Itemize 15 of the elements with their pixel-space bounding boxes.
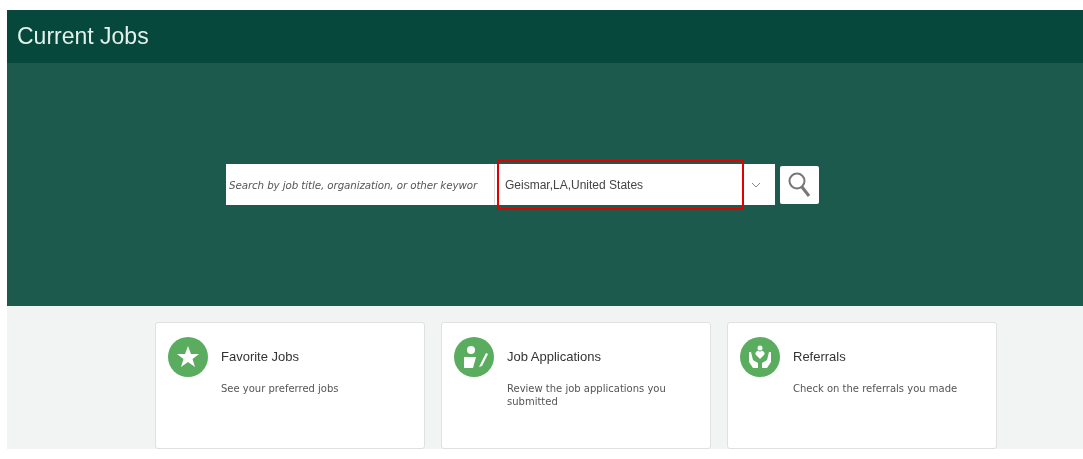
card-title: Referrals [793, 349, 847, 364]
person-pencil-icon [454, 337, 494, 377]
card-description: See your preferred jobs [221, 382, 339, 395]
chevron-down-icon[interactable] [751, 180, 761, 189]
shortcut-card[interactable]: Job Applications Review the job applications you submitted [441, 322, 711, 449]
search-button[interactable] [780, 165, 819, 204]
card-title: Job Applications [507, 349, 602, 364]
shortcut-card[interactable]: Referrals Check on the referrals you made [727, 322, 997, 449]
card-description: Review the job applications you submitted [507, 382, 667, 408]
card-description: Check on the referrals you made [793, 382, 958, 395]
search-icon [787, 171, 812, 198]
shortcut-card[interactable]: Favorite Jobs See your preferred jobs [155, 322, 425, 449]
card-title: Favorite Jobs [221, 349, 301, 364]
page-title: Current Jobs [17, 23, 149, 51]
keyword-search-field[interactable]: Search by job title, organization, or other keywor [226, 164, 494, 206]
